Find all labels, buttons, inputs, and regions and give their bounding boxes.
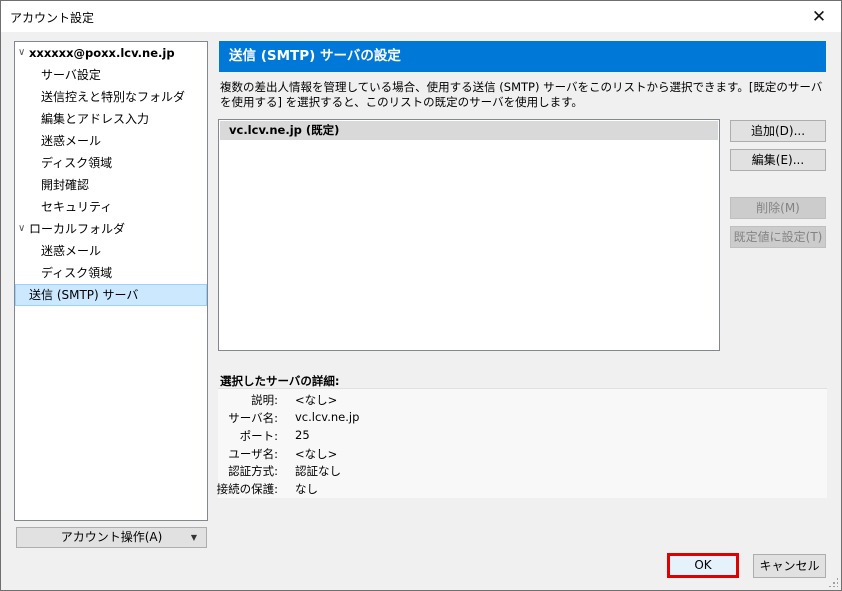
detail-row-port: ポート: 25: [218, 428, 818, 445]
tree-item-label: ディスク領域: [41, 266, 113, 280]
tree-item-smtp-server[interactable]: 送信 (SMTP) サーバ: [15, 284, 207, 306]
details-heading: 選択したサーバの詳細:: [220, 374, 340, 388]
detail-key: 認証方式:: [228, 464, 278, 478]
account-actions-button[interactable]: アカウント操作(A) ▼: [16, 527, 207, 548]
detail-key: サーバ名:: [228, 411, 278, 425]
detail-row-username: ユーザ名: <なし>: [218, 446, 818, 463]
tree-item-composition[interactable]: 編集とアドレス入力: [15, 108, 207, 130]
detail-value: <なし>: [295, 393, 338, 407]
dropdown-arrow-icon: ▼: [190, 533, 197, 542]
ok-label: OK: [694, 558, 712, 572]
tree-account[interactable]: ∨ xxxxxx@poxx.lcv.ne.jp: [15, 42, 207, 64]
tree-item-copies-folders[interactable]: 送信控えと特別なフォルダ: [15, 86, 207, 108]
smtp-description: 複数の差出人情報を管理している場合、使用する送信 (SMTP) サーバをこのリス…: [220, 80, 823, 109]
account-tree[interactable]: ∨ xxxxxx@poxx.lcv.ne.jp サーバ設定 送信控えと特別なフォ…: [14, 41, 208, 521]
tree-item-security[interactable]: セキュリティ: [15, 196, 207, 218]
detail-key: 接続の保護:: [216, 482, 278, 496]
detail-value: vc.lcv.ne.jp: [295, 410, 360, 424]
tree-item-label: ディスク領域: [41, 156, 113, 170]
detail-key: ユーザ名:: [228, 447, 278, 461]
detail-row-server-name: サーバ名: vc.lcv.ne.jp: [218, 410, 818, 427]
tree-item-label: サーバ設定: [41, 68, 101, 82]
chevron-down-icon[interactable]: ∨: [18, 42, 25, 64]
tree-item-label: 送信控えと特別なフォルダ: [41, 90, 186, 104]
detail-row-auth: 認証方式: 認証なし: [218, 463, 818, 480]
title-bar: アカウント設定 ✕: [1, 1, 841, 32]
detail-value: <なし>: [295, 447, 338, 461]
server-details: 説明: <なし> サーバ名: vc.lcv.ne.jp ポート: 25 ユーザ名…: [216, 388, 827, 498]
page-title: 送信 (SMTP) サーバの設定: [219, 41, 826, 72]
list-item[interactable]: vc.lcv.ne.jp (既定): [220, 121, 718, 140]
smtp-server-list[interactable]: vc.lcv.ne.jp (既定): [218, 119, 720, 351]
account-name: xxxxxx@poxx.lcv.ne.jp: [29, 46, 175, 60]
window-title: アカウント設定: [10, 11, 95, 25]
chevron-down-icon[interactable]: ∨: [18, 218, 25, 240]
tree-item-label: 開封確認: [41, 178, 90, 192]
resize-grip-icon[interactable]: [828, 577, 838, 587]
tree-item-local-junk[interactable]: 迷惑メール: [15, 240, 207, 262]
add-server-button[interactable]: 追加(D)...: [730, 120, 826, 142]
set-default-button[interactable]: 既定値に設定(T): [730, 226, 826, 248]
tree-item-label: セキュリティ: [41, 200, 113, 214]
account-actions-label: アカウント操作(A): [60, 530, 163, 544]
close-icon[interactable]: ✕: [797, 1, 841, 32]
tree-item-junk[interactable]: 迷惑メール: [15, 130, 207, 152]
cancel-button[interactable]: キャンセル: [753, 554, 826, 578]
tree-item-receipts[interactable]: 開封確認: [15, 174, 207, 196]
tree-local-folders[interactable]: ∨ ローカルフォルダ: [15, 218, 207, 240]
tree-item-label: 編集とアドレス入力: [41, 112, 150, 126]
tree-item-local-disk-space[interactable]: ディスク領域: [15, 262, 207, 284]
detail-value: 25: [295, 428, 310, 442]
detail-row-description: 説明: <なし>: [218, 392, 818, 409]
edit-server-button[interactable]: 編集(E)...: [730, 149, 826, 171]
local-folders-label: ローカルフォルダ: [29, 222, 126, 236]
delete-server-button[interactable]: 削除(M): [730, 197, 826, 219]
detail-value: なし: [295, 482, 318, 496]
account-settings-window: アカウント設定 ✕ ∨ xxxxxx@poxx.lcv.ne.jp サーバ設定 …: [0, 0, 842, 591]
tree-item-label: 迷惑メール: [41, 134, 102, 148]
ok-button[interactable]: OK: [667, 553, 739, 578]
tree-item-label: 迷惑メール: [41, 244, 102, 258]
detail-value: 認証なし: [295, 464, 341, 478]
detail-key: 説明:: [251, 393, 278, 407]
tree-item-label: 送信 (SMTP) サーバ: [29, 288, 139, 302]
tree-item-disk-space[interactable]: ディスク領域: [15, 152, 207, 174]
detail-key: ポート:: [239, 429, 278, 443]
tree-item-server-settings[interactable]: サーバ設定: [15, 64, 207, 86]
detail-row-security: 接続の保護: なし: [216, 481, 818, 498]
